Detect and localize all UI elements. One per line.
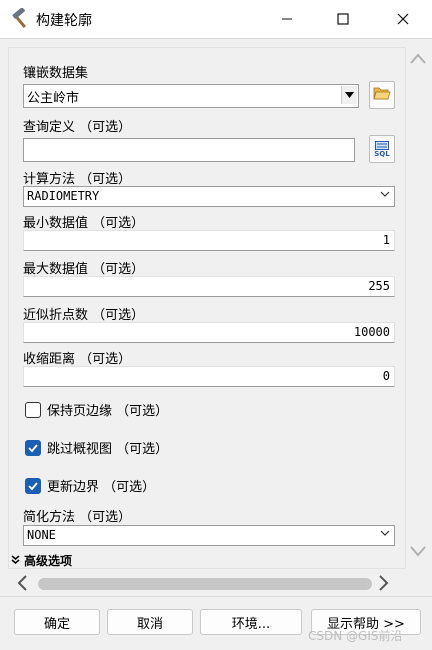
simplification-method-label: 简化方法 （可选）	[23, 510, 132, 525]
scroll-right-icon[interactable]	[378, 575, 390, 595]
double-chevron-down-icon	[11, 554, 20, 568]
max-data-value: 255	[368, 279, 390, 293]
min-data-value-input[interactable]: 1	[23, 230, 395, 251]
sql-button-label: SQL	[374, 149, 390, 158]
update-boundary-label: 更新边界 （可选）	[47, 480, 156, 495]
close-button[interactable]	[380, 0, 426, 38]
calculation-method-label: 计算方法 （可选）	[23, 172, 132, 187]
sql-button[interactable]: SQL	[369, 135, 395, 163]
parameter-panel: 镶嵌数据集 公主岭市 查询定义 （可选） SQL 计算方法 （可选） RADIO…	[8, 47, 406, 569]
environments-button[interactable]: 环境...	[200, 609, 302, 635]
hammer-icon	[9, 7, 31, 30]
max-data-value-label: 最大数据值 （可选）	[23, 262, 145, 277]
skip-overviews-option[interactable]: 跳过概视图 （可选）	[25, 438, 168, 457]
sql-icon: SQL	[374, 140, 390, 158]
skip-overviews-label: 跳过概视图 （可选）	[47, 442, 169, 457]
scroll-left-icon[interactable]	[16, 575, 28, 595]
query-definition-input[interactable]	[23, 138, 355, 162]
title-bar: 构建轮廓	[0, 0, 432, 38]
mosaic-dataset-label: 镶嵌数据集	[23, 66, 89, 81]
mosaic-dataset-combobox[interactable]: 公主岭市	[23, 84, 359, 108]
max-data-value-input[interactable]: 255	[23, 276, 395, 297]
button-bar: 确定 取消 环境... 显示帮助 >> CSDN @GIS前沿	[0, 596, 432, 650]
window-title: 构建轮廓	[36, 13, 92, 29]
cancel-button[interactable]: 取消	[107, 609, 193, 635]
chevron-down-icon	[380, 189, 390, 202]
shrink-distance-label: 收缩距离 （可选）	[23, 352, 132, 367]
approx-vertices-label: 近似折点数 （可选）	[23, 308, 145, 323]
update-boundary-option[interactable]: 更新边界 （可选）	[25, 476, 155, 495]
calculation-method-select[interactable]: RADIOMETRY	[23, 186, 395, 207]
mosaic-dataset-value: 公主岭市	[27, 91, 80, 106]
scroll-up-icon[interactable]	[410, 53, 426, 69]
calculation-method-value: RADIOMETRY	[27, 189, 100, 203]
shrink-distance-value: 0	[382, 369, 390, 383]
update-boundary-checkbox[interactable]	[25, 477, 41, 494]
watermark: CSDN @GIS前沿	[308, 629, 403, 643]
skip-overviews-checkbox[interactable]	[25, 439, 41, 456]
approx-vertices-value: 10000	[353, 325, 390, 339]
browse-folder-button[interactable]	[369, 81, 395, 109]
horizontal-scrollbar[interactable]	[12, 573, 398, 595]
simplification-method-select[interactable]: NONE	[23, 525, 395, 546]
maintain-edges-option[interactable]: 保持页边缘 （可选）	[25, 400, 168, 419]
shrink-distance-input[interactable]: 0	[23, 366, 395, 387]
min-data-value: 1	[382, 233, 390, 247]
mosaic-dropdown-button[interactable]	[341, 86, 357, 104]
simplification-method-value: NONE	[27, 528, 56, 542]
scroll-down-icon[interactable]	[410, 545, 426, 561]
maximize-button[interactable]	[320, 0, 366, 38]
folder-open-icon	[373, 85, 391, 105]
scrollbar-thumb[interactable]	[38, 578, 372, 590]
advanced-options-toggle[interactable]: 高级选项	[11, 552, 73, 568]
query-definition-label: 查询定义 （可选）	[23, 120, 132, 135]
approx-vertices-input[interactable]: 10000	[23, 322, 395, 343]
chevron-down-icon	[380, 528, 390, 541]
maintain-edges-checkbox[interactable]	[25, 401, 41, 418]
advanced-options-label: 高级选项	[24, 554, 73, 568]
form-area: 镶嵌数据集 公主岭市 查询定义 （可选） SQL 计算方法 （可选） RADIO…	[0, 38, 432, 596]
maintain-edges-label: 保持页边缘 （可选）	[47, 404, 169, 419]
ok-button[interactable]: 确定	[14, 609, 100, 635]
min-data-value-label: 最小数据值 （可选）	[23, 216, 145, 231]
minimize-button[interactable]	[264, 0, 310, 38]
